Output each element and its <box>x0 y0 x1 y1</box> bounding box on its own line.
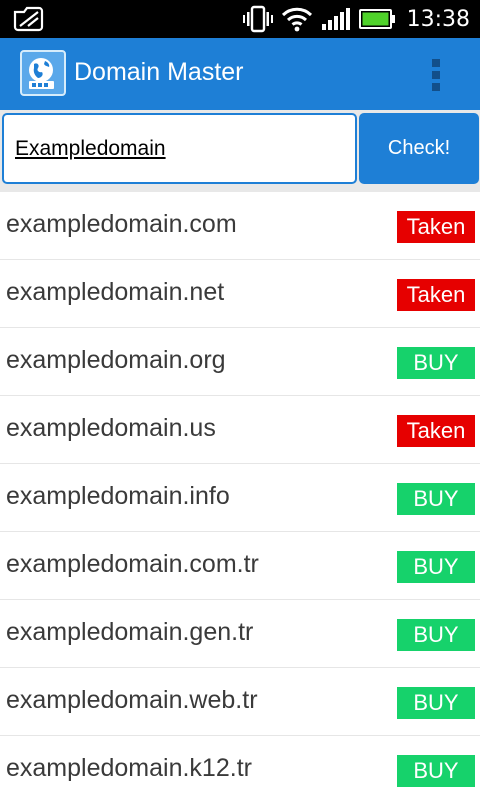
domain-row[interactable]: exampledomain.com.tr BUY <box>0 532 480 600</box>
check-button[interactable]: Check! <box>359 113 479 184</box>
domain-row[interactable]: exampledomain.info BUY <box>0 464 480 532</box>
buy-button[interactable]: BUY <box>397 687 475 719</box>
search-area: Check! <box>0 110 480 192</box>
taken-badge: Taken <box>397 279 475 311</box>
domain-row[interactable]: exampledomain.web.tr BUY <box>0 668 480 736</box>
system-icons: 13:38 <box>242 4 470 34</box>
buy-button[interactable]: BUY <box>397 483 475 515</box>
wifi-icon <box>281 7 312 32</box>
domain-row[interactable]: exampledomain.org BUY <box>0 328 480 396</box>
domain-row[interactable]: exampledomain.com Taken <box>0 192 480 260</box>
domain-name: exampledomain.com.tr <box>6 550 259 578</box>
buy-button[interactable]: BUY <box>397 755 475 787</box>
buy-button[interactable]: BUY <box>397 347 475 379</box>
status-bar: 13:38 <box>0 0 480 38</box>
buy-button[interactable]: BUY <box>397 551 475 583</box>
overflow-menu-icon[interactable] <box>429 58 443 92</box>
buy-button[interactable]: BUY <box>397 619 475 651</box>
app-bar: Domain Master <box>0 38 480 110</box>
domain-row[interactable]: exampledomain.gen.tr BUY <box>0 600 480 668</box>
vibrate-icon <box>242 5 273 33</box>
domain-name: exampledomain.com <box>6 210 237 238</box>
domain-row[interactable]: exampledomain.us Taken <box>0 396 480 464</box>
domain-row[interactable]: exampledomain.k12.tr BUY <box>0 736 480 800</box>
status-time: 13:38 <box>406 6 470 32</box>
taken-badge: Taken <box>397 415 475 447</box>
domain-name: exampledomain.gen.tr <box>6 618 254 646</box>
domain-name: exampledomain.org <box>6 346 226 374</box>
domain-name: exampledomain.net <box>6 278 225 306</box>
domain-name: exampledomain.web.tr <box>6 686 258 714</box>
domain-name: exampledomain.us <box>6 414 216 442</box>
taken-badge: Taken <box>397 211 475 243</box>
device-notification-icon <box>13 6 44 32</box>
domain-list: exampledomain.com Taken exampledomain.net T… <box>0 192 480 800</box>
domain-search-input[interactable] <box>2 113 357 184</box>
domain-name: exampledomain.info <box>6 482 230 510</box>
app-title: Domain Master <box>74 58 244 86</box>
cell-signal-icon <box>321 8 350 30</box>
notification-area <box>12 6 46 36</box>
domain-row[interactable]: exampledomain.net Taken <box>0 260 480 328</box>
app-logo-icon[interactable] <box>20 50 66 96</box>
domain-name: exampledomain.k12.tr <box>6 754 252 782</box>
battery-icon <box>358 9 395 29</box>
